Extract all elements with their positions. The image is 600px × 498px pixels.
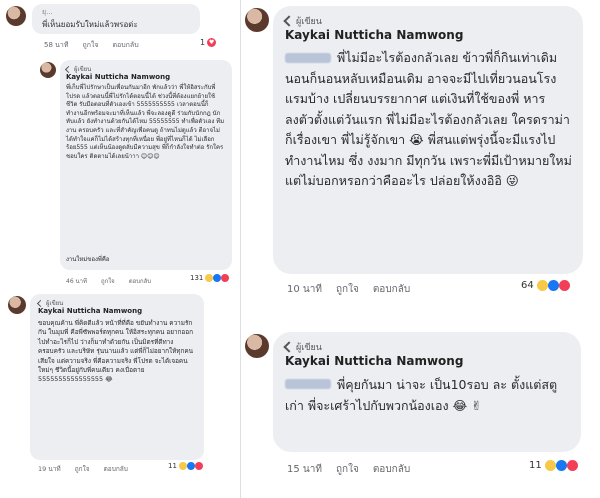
- reply-button[interactable]: ตอบกลับ: [373, 282, 410, 297]
- reaction-summary[interactable]: 11: [529, 460, 578, 471]
- sad-reaction-icon: [178, 462, 187, 470]
- like-button[interactable]: ถูกใจ: [101, 276, 115, 286]
- comment-text: พี่เห็นยอมรับใหม่แล้วพรอด่ะ: [42, 20, 138, 29]
- commenter-name[interactable]: Kaykai Nutticha Namwong: [66, 73, 170, 81]
- avatar[interactable]: [6, 6, 26, 26]
- comment-bubble: ผู้เขียน Kaykai Nutticha Namwong พี่ไม่ม…: [273, 6, 583, 274]
- reaction-count: 64: [521, 280, 534, 291]
- timestamp[interactable]: 19 นาที: [38, 464, 61, 474]
- commenter-name[interactable]: Kaykai Nutticha Namwong: [285, 28, 463, 42]
- reaction-count: 11: [168, 462, 177, 470]
- love-reaction-icon: [221, 274, 230, 282]
- comment-actions: 58 นาที ถูกใจ ตอบกลับ: [44, 40, 153, 51]
- reaction-summary[interactable]: 131: [190, 274, 230, 282]
- pen-icon: [64, 65, 73, 73]
- pen-icon: [283, 341, 295, 353]
- love-reaction-icon: ♥: [207, 38, 217, 47]
- comment-text-2: งานใหม่ของพี่คือ: [66, 256, 110, 263]
- like-reaction-icon: [555, 460, 567, 471]
- like-reaction-icon: [547, 280, 559, 291]
- like-button[interactable]: ถูกใจ: [82, 40, 98, 51]
- like-button[interactable]: ถูกใจ: [75, 464, 90, 474]
- author-badge-label: ผู้เขียน: [296, 17, 322, 27]
- avatar[interactable]: [245, 334, 269, 358]
- reaction-count: 131: [190, 274, 204, 282]
- sad-reaction-icon: [536, 280, 548, 291]
- timestamp[interactable]: 46 นาที: [66, 276, 87, 286]
- avatar[interactable]: [245, 8, 269, 32]
- like-button[interactable]: ถูกใจ: [336, 282, 359, 297]
- blurred-username: [285, 53, 331, 63]
- love-reaction-icon: [194, 462, 203, 470]
- author-badge-label: ผู้เขียน: [296, 343, 322, 353]
- timestamp[interactable]: 15 นาที: [287, 462, 322, 477]
- blurred-username: [285, 379, 331, 389]
- sad-reaction-icon: [544, 460, 556, 471]
- reply-button[interactable]: ตอบกลับ: [112, 40, 138, 51]
- comment-bubble: ยุ... พี่เห็นยอมรับใหม่แล้วพรอด่ะ: [32, 4, 200, 34]
- reaction-summary[interactable]: 1 ♥: [200, 38, 217, 47]
- reaction-summary[interactable]: 64: [521, 280, 570, 291]
- comment-actions: 46 นาที ถูกใจ ตอบกลับ: [66, 276, 165, 286]
- sad-reaction-icon: [205, 274, 214, 282]
- commenter-name[interactable]: ยุ...: [42, 7, 53, 18]
- reaction-count: 1: [200, 38, 206, 47]
- comment-actions: 10 นาที ถูกใจ ตอบกลับ: [287, 282, 424, 297]
- comment-bubble: ผู้เขียน Kaykai Nutticha Namwong พี่เก็บ…: [60, 60, 232, 270]
- love-reaction-icon: [558, 280, 570, 291]
- right-comment-2: ผู้เขียน Kaykai Nutticha Namwong พี่คุยก…: [241, 320, 600, 498]
- reaction-summary[interactable]: 11: [168, 462, 203, 470]
- commenter-name[interactable]: Kaykai Nutticha Namwong: [38, 307, 142, 315]
- right-comment-1: ผู้เขียน Kaykai Nutticha Namwong พี่ไม่ม…: [241, 0, 600, 305]
- comment-text: ขอบคุณค้าน พี่คิดดีแล้ว หน้าที่ที่คือ ขย…: [38, 319, 194, 384]
- timestamp[interactable]: 10 นาที: [287, 282, 322, 297]
- left-comment-1: ผู้เขียน Kaykai Nutticha Namwong พี่เก็บ…: [0, 56, 240, 292]
- comment-bubble: ผู้เขียน Kaykai Nutticha Namwong พี่คุยก…: [273, 332, 581, 452]
- comment-actions: 19 นาที ถูกใจ ตอบกลับ: [38, 464, 142, 474]
- author-badge: ผู้เขียน: [283, 340, 322, 354]
- comment-text: พี่ไม่มีอะไรต้องกลัวเลย ข้าวพี่ก็กินเท่า…: [285, 50, 572, 188]
- top-left-comment: ยุ... พี่เห็นยอมรับใหม่แล้วพรอด่ะ 58 นาท…: [0, 0, 240, 56]
- reaction-count: 11: [529, 460, 542, 471]
- reply-button[interactable]: ตอบกลับ: [104, 464, 128, 474]
- author-badge: ผู้เขียน: [283, 14, 322, 28]
- left-comment-2: ผู้เขียน Kaykai Nutticha Namwong ขอบคุณค…: [0, 292, 240, 498]
- timestamp[interactable]: 58 นาที: [44, 40, 68, 51]
- avatar[interactable]: [40, 62, 56, 78]
- reply-button[interactable]: ตอบกลับ: [129, 276, 151, 286]
- pen-icon: [283, 15, 295, 27]
- commenter-name[interactable]: Kaykai Nutticha Namwong: [285, 354, 463, 368]
- avatar[interactable]: [8, 296, 26, 314]
- like-reaction-icon: [213, 274, 222, 282]
- pen-icon: [36, 299, 45, 307]
- like-reaction-icon: [186, 462, 195, 470]
- comment-bubble: ผู้เขียน Kaykai Nutticha Namwong ขอบคุณค…: [30, 294, 204, 460]
- comment-text: พี่เก็บพี่ไปรักษาเป็นเพื่อนกันมาอีก พักแ…: [66, 84, 225, 160]
- like-button[interactable]: ถูกใจ: [336, 462, 359, 477]
- comment-actions: 15 นาที ถูกใจ ตอบกลับ: [287, 462, 424, 477]
- love-reaction-icon: [566, 460, 578, 471]
- reply-button[interactable]: ตอบกลับ: [373, 462, 410, 477]
